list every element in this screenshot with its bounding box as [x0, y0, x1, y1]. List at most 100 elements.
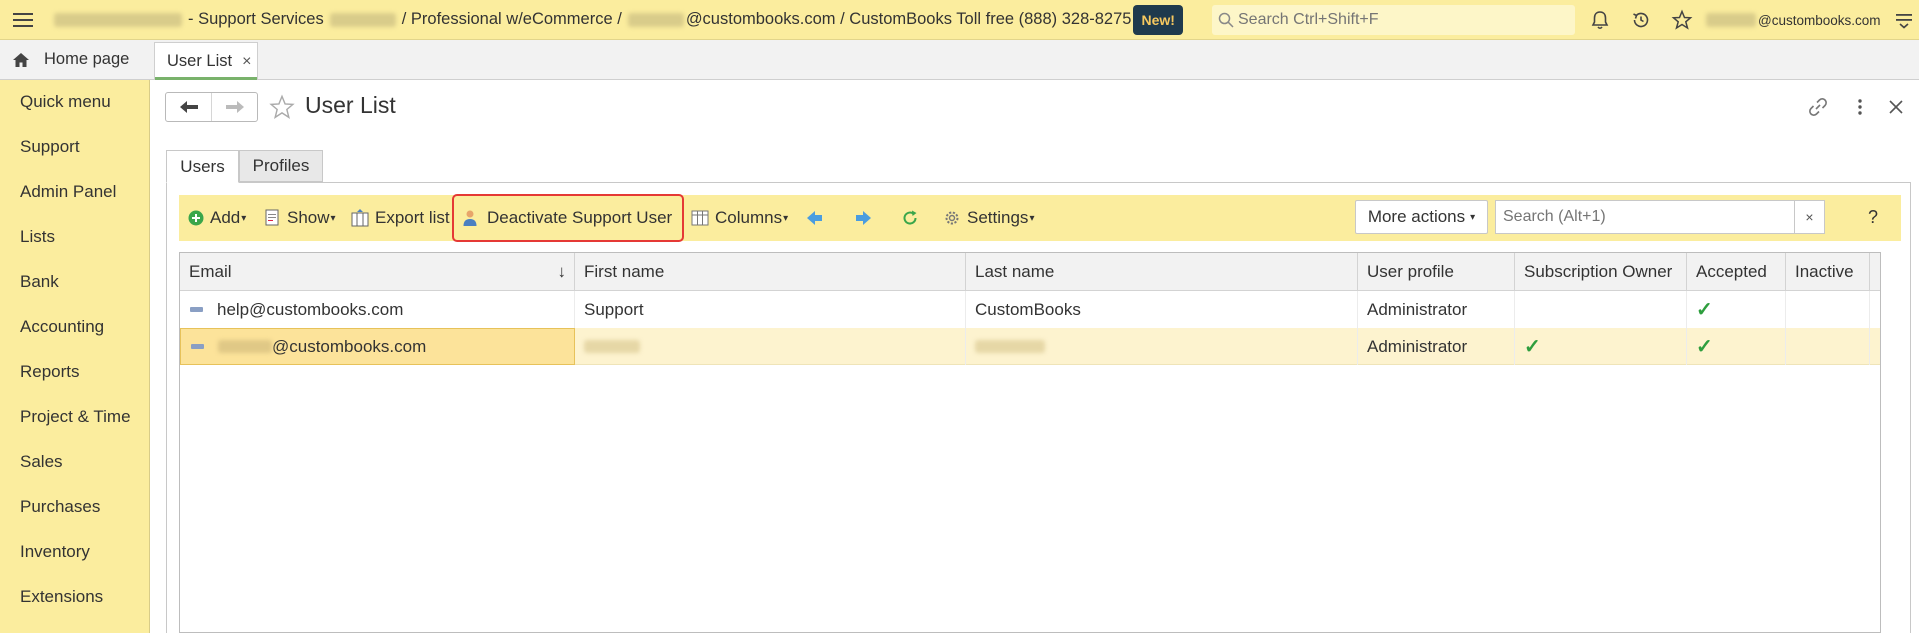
new-badge[interactable]: New!	[1133, 4, 1183, 35]
column-email-label: Email	[189, 262, 232, 281]
add-button[interactable]: Add ▾	[188, 195, 246, 241]
cell-email: help@custombooks.com	[180, 291, 575, 328]
history-icon[interactable]	[1630, 0, 1652, 40]
arrow-left-icon	[179, 101, 198, 113]
row-marker-icon	[190, 307, 203, 312]
main-content: User List Users Profiles Add ▾ Show ▾ Expo…	[151, 81, 1919, 633]
back-button[interactable]	[166, 93, 211, 121]
settings-menu-icon[interactable]	[1893, 0, 1915, 40]
settings-button[interactable]: Settings ▾	[943, 195, 1034, 241]
bell-icon[interactable]	[1589, 0, 1611, 40]
column-header-overflow	[1870, 253, 1880, 291]
redacted-company	[54, 12, 182, 27]
column-header-first-name[interactable]: First name	[575, 253, 966, 291]
add-plus-icon	[188, 210, 204, 226]
sidebar-item-support[interactable]: Support	[20, 137, 80, 157]
sidebar-item-accounting[interactable]: Accounting	[20, 317, 104, 337]
tab-users[interactable]: Users	[166, 150, 239, 183]
column-header-last-name[interactable]: Last name	[966, 253, 1358, 291]
show-label: Show	[287, 208, 330, 227]
column-header-inactive[interactable]: Inactive	[1786, 253, 1870, 291]
favorite-star-icon[interactable]	[269, 94, 295, 125]
top-bar: - Support Services / Professional w/eCom…	[0, 0, 1919, 40]
list-search[interactable]: ×	[1495, 200, 1825, 234]
column-header-accepted[interactable]: Accepted	[1687, 253, 1786, 291]
tab-profiles[interactable]: Profiles	[239, 150, 323, 182]
cell-email-selected[interactable]: @custombooks.com	[180, 328, 575, 365]
table-row-selected[interactable]: @custombooks.com Administrator ✓ ✓	[180, 328, 1880, 365]
close-page-icon[interactable]	[1885, 96, 1907, 118]
email-value: help@custombooks.com	[217, 299, 404, 319]
more-actions-button[interactable]: More actions ▾	[1355, 200, 1488, 234]
cell-subscription-owner: ✓	[1515, 328, 1687, 365]
tab-home-page[interactable]: Home page	[0, 40, 150, 79]
refresh-button[interactable]	[901, 195, 919, 241]
global-search[interactable]	[1212, 5, 1575, 35]
more-actions-label: More actions	[1367, 207, 1466, 226]
arrow-right-blue-icon	[856, 211, 871, 225]
deactivate-label: Deactivate Support User	[487, 208, 673, 227]
user-email-suffix: @custombooks.com	[1758, 12, 1881, 28]
favorites-star-icon[interactable]	[1671, 0, 1693, 40]
sidebar-item-admin-panel[interactable]: Admin Panel	[20, 182, 116, 202]
cell-inactive	[1786, 328, 1870, 365]
column-header-user-profile[interactable]: User profile	[1358, 253, 1515, 291]
cell-subscription-owner	[1515, 291, 1687, 328]
list-search-input[interactable]	[1496, 208, 1794, 226]
refresh-icon	[903, 210, 917, 225]
sidebar-item-purchases[interactable]: Purchases	[20, 497, 100, 517]
sidebar-item-sales[interactable]: Sales	[20, 452, 63, 472]
columns-button[interactable]: Columns ▾	[691, 195, 788, 241]
help-button[interactable]: ?	[1855, 200, 1891, 234]
column-header-subscription-owner[interactable]: Subscription Owner	[1515, 253, 1687, 291]
move-up-button[interactable]	[806, 195, 824, 241]
sidebar-item-project-time[interactable]: Project & Time	[20, 407, 131, 427]
sidebar-item-quick-menu[interactable]: Quick menu	[20, 92, 111, 112]
sidebar-item-lists[interactable]: Lists	[20, 227, 55, 247]
cell-first-name: Support	[575, 291, 966, 328]
show-button[interactable]: Show ▾	[265, 195, 336, 241]
tab-user-list[interactable]: User List ×	[154, 42, 258, 80]
sidebar-item-extensions[interactable]: Extensions	[20, 587, 103, 607]
close-tab-icon[interactable]: ×	[242, 53, 251, 71]
sidebar: Quick menu Support Admin Panel Lists Ban…	[0, 80, 150, 633]
gear-icon	[945, 211, 959, 225]
move-down-button[interactable]	[854, 195, 872, 241]
page-title: User List	[305, 92, 396, 118]
column-header-email[interactable]: Email ↓	[180, 253, 575, 291]
sidebar-item-reports[interactable]: Reports	[20, 362, 80, 382]
forward-button[interactable]	[211, 93, 257, 121]
sort-desc-icon[interactable]: ↓	[558, 262, 567, 282]
columns-icon	[691, 210, 709, 226]
cell-accepted: ✓	[1687, 328, 1786, 365]
cell-inactive	[1786, 291, 1870, 328]
more-options-icon[interactable]	[1849, 96, 1871, 118]
link-icon[interactable]	[1807, 96, 1829, 118]
global-search-input[interactable]	[1238, 11, 1568, 29]
columns-label: Columns	[715, 208, 783, 227]
settings-label: Settings	[967, 208, 1029, 227]
email-value: @custombooks.com	[272, 336, 427, 356]
tab-user-list-label: User List	[167, 52, 233, 70]
table-row[interactable]: help@custombooks.com Support CustomBooks…	[180, 291, 1880, 328]
sidebar-item-bank[interactable]: Bank	[20, 272, 59, 292]
accepted-check-icon: ✓	[1696, 299, 1713, 321]
redacted-first-name	[584, 340, 640, 353]
arrow-right-icon	[225, 101, 244, 113]
export-list-button[interactable]: Export list	[351, 195, 450, 241]
history-nav	[165, 92, 258, 122]
search-icon	[1218, 12, 1234, 28]
current-user[interactable]: @custombooks.com	[1706, 0, 1881, 40]
table-header: Email ↓ First name Last name User profil…	[180, 253, 1880, 291]
clear-search-icon[interactable]: ×	[1794, 201, 1824, 233]
subscription-owner-check-icon: ✓	[1524, 336, 1541, 358]
accepted-check-icon: ✓	[1696, 336, 1713, 358]
title-part2: / Professional w/eCommerce /	[401, 10, 622, 28]
deactivate-support-user-button[interactable]: Deactivate Support User	[452, 194, 685, 242]
hamburger-menu-icon[interactable]	[0, 0, 46, 40]
title-part3: @custombooks.com / CustomBooks Toll free…	[685, 10, 1132, 28]
redacted-email	[627, 12, 684, 27]
cell-first-name	[575, 328, 966, 365]
add-label: Add	[210, 208, 241, 227]
sidebar-item-inventory[interactable]: Inventory	[20, 542, 90, 562]
